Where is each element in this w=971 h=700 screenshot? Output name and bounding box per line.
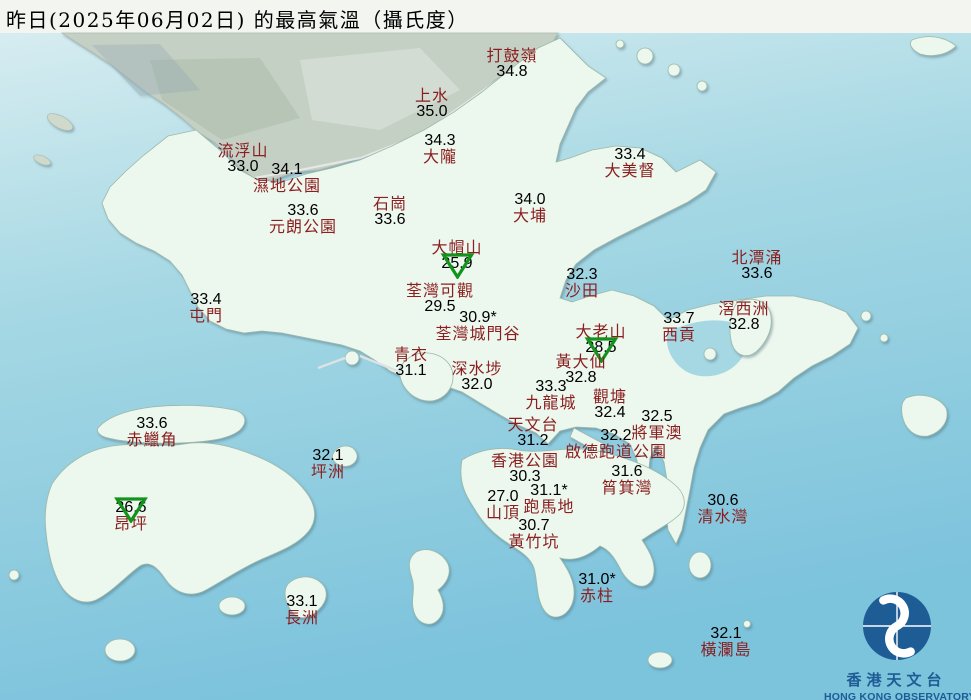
station-label: 26.6 昂坪 bbox=[113, 497, 149, 533]
station-label: 33.4 屯門 bbox=[189, 292, 223, 324]
station-name: 啟德跑道公園 bbox=[564, 442, 668, 461]
station-label: 天文台 31.2 bbox=[507, 417, 558, 449]
station-label: 滘西洲 32.8 bbox=[718, 301, 769, 333]
station-name: 深水埗 bbox=[451, 359, 503, 378]
hko-logo-icon bbox=[862, 592, 931, 660]
station-name: 青衣 bbox=[393, 345, 429, 364]
station-name: 滘西洲 bbox=[718, 299, 770, 318]
station-label: 石崗 33.6 bbox=[373, 196, 407, 228]
station-temperature-value: 33.6 bbox=[374, 211, 406, 228]
station-label: 30.6 清水灣 bbox=[697, 493, 748, 525]
station-name: 沙田 bbox=[564, 281, 600, 300]
station-label: 33.7 西貢 bbox=[662, 311, 696, 343]
station-label: 觀塘 32.4 bbox=[593, 389, 627, 421]
station-label: 32.2 啟德跑道公園 bbox=[565, 428, 667, 460]
station-name: 坪洲 bbox=[310, 462, 346, 481]
station-name: 北潭涌 bbox=[731, 248, 783, 267]
station-name: 黃竹坑 bbox=[508, 532, 560, 551]
station-name: 大埔 bbox=[512, 206, 548, 225]
station-name: 流浮山 bbox=[217, 141, 269, 160]
station-name: 昂坪 bbox=[113, 514, 149, 533]
station-label: 32.3 沙田 bbox=[565, 267, 599, 299]
station-label: 32.1 坪洲 bbox=[311, 448, 345, 480]
station-label: 打鼓嶺 34.8 bbox=[486, 48, 537, 80]
station-name: 赤柱 bbox=[579, 586, 614, 605]
station-label: 33.3 九龍城 bbox=[525, 379, 576, 411]
station-name: 赤鱲角 bbox=[126, 430, 178, 449]
station-label: 30.9* 荃灣城門谷 bbox=[435, 310, 520, 342]
station-name: 筲箕灣 bbox=[601, 478, 653, 497]
hko-logo-chinese-name: 香港天文台 bbox=[846, 671, 947, 689]
station-name: 清水灣 bbox=[697, 507, 749, 526]
station-label: 32.1 橫瀾島 bbox=[700, 626, 751, 658]
station-label: 31.1* 跑馬地 bbox=[523, 483, 574, 515]
station-label: 34.0 大埔 bbox=[513, 192, 547, 224]
station-name: 黃大仙 bbox=[555, 352, 607, 371]
station-label: 33.6 赤鱲角 bbox=[126, 416, 177, 448]
station-label: 北潭涌 33.6 bbox=[731, 250, 782, 282]
station-label: 香港公園 30.3 bbox=[491, 453, 559, 485]
station-label: 31.0* 赤柱 bbox=[578, 572, 615, 604]
station-temperature-value: 32.8 bbox=[728, 316, 760, 333]
station-label: 31.6 筲箕灣 bbox=[601, 464, 652, 496]
page-title: 昨日(2025年06月02日) 的最高氣溫（攝氏度） bbox=[6, 8, 469, 32]
station-temperature-value: 25.9 bbox=[441, 255, 473, 272]
station-name: 橫瀾島 bbox=[700, 640, 752, 659]
station-name: 大帽山 bbox=[431, 238, 483, 257]
hko-max-temperature-map-screen: 昨日(2025年06月02日) 的最高氣溫（攝氏度） 打鼓嶺 34.8 上水 35.0… bbox=[0, 0, 971, 700]
station-name: 天文台 bbox=[507, 415, 559, 434]
station-temperature-value: 33.6 bbox=[741, 265, 773, 282]
station-name: 大老山 bbox=[575, 322, 627, 341]
station-name: 打鼓嶺 bbox=[486, 46, 538, 65]
station-label: 34.3 大隴 bbox=[423, 133, 457, 165]
station-temperature-value: 31.2 bbox=[517, 432, 549, 449]
station-label: 深水埗 32.0 bbox=[451, 361, 502, 393]
station-temperature-value: 32.4 bbox=[594, 404, 626, 421]
station-name: 跑馬地 bbox=[523, 497, 575, 516]
station-label: 大帽山 25.9 bbox=[431, 238, 483, 280]
station-label: 33.1 長洲 bbox=[285, 594, 319, 626]
station-temperature-value: 34.8 bbox=[496, 63, 528, 80]
station-name: 荃灣可觀 bbox=[405, 281, 475, 300]
station-label: 30.7 黃竹坑 bbox=[508, 518, 559, 550]
station-label: 上水 35.0 bbox=[415, 88, 449, 120]
station-label: 33.6 元朗公園 bbox=[269, 203, 337, 235]
station-temperature-value: 35.0 bbox=[416, 103, 448, 120]
station-label: 34.1 濕地公園 bbox=[253, 162, 321, 194]
station-name: 西貢 bbox=[661, 325, 697, 344]
hko-logo: 香港天文台 HONG KONG OBSERVATORY bbox=[824, 590, 971, 700]
station-name: 大隴 bbox=[422, 147, 458, 166]
hko-logo-english-name: HONG KONG OBSERVATORY bbox=[824, 691, 971, 700]
station-name: 長洲 bbox=[284, 608, 320, 627]
station-name: 屯門 bbox=[188, 306, 224, 325]
station-label: 27.0 山頂 bbox=[486, 489, 520, 521]
station-name: 九龍城 bbox=[525, 393, 577, 412]
station-label: 33.4 大美督 bbox=[604, 147, 655, 179]
station-name: 荃灣城門谷 bbox=[435, 324, 521, 343]
station-name: 觀塘 bbox=[592, 387, 628, 406]
station-label: 青衣 31.1 bbox=[394, 347, 428, 379]
station-temperature-value: 32.0 bbox=[461, 376, 493, 393]
station-name: 大美督 bbox=[604, 161, 656, 180]
station-temperature-value: 31.1 bbox=[395, 362, 427, 379]
station-name: 石崗 bbox=[372, 194, 408, 213]
station-name: 香港公園 bbox=[490, 451, 560, 470]
station-name: 元朗公園 bbox=[268, 217, 338, 236]
station-name: 上水 bbox=[414, 86, 450, 105]
station-name: 濕地公園 bbox=[252, 176, 322, 195]
